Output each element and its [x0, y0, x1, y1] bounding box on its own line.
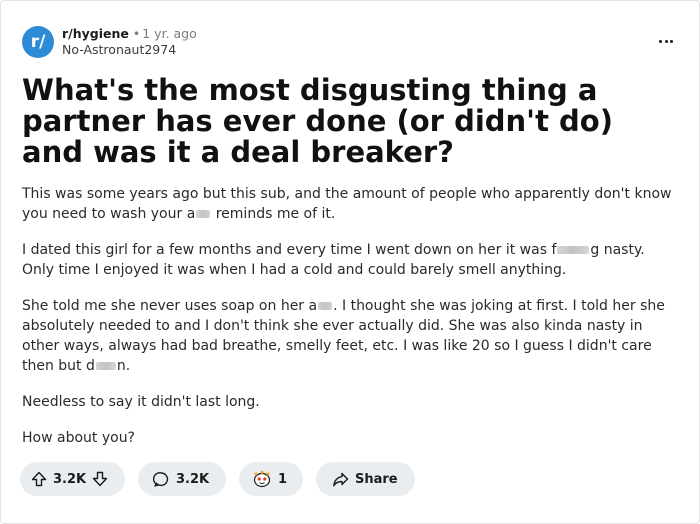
subreddit-link[interactable]: r/hygiene: [62, 26, 129, 41]
comments-button[interactable]: 3.2K: [138, 462, 226, 496]
post-paragraph: Needless to say it didn't last long.: [22, 394, 260, 410]
post-card: r/ r/hygiene • 1 yr. ago No-Astronaut2974 …: [0, 0, 700, 524]
body-line: then but d n.: [22, 356, 682, 376]
censored-word: [557, 246, 590, 254]
post-paragraph: She told me she never uses soap on her a…: [22, 296, 682, 376]
post-title-line: partner has ever done (or didn't do): [22, 104, 613, 138]
award-count: 1: [278, 471, 288, 487]
body-line: This was some years ago but this sub, an…: [22, 186, 672, 202]
share-button[interactable]: Share: [316, 462, 415, 496]
post-paragraph: I dated this girl for a few months and e…: [22, 240, 682, 280]
award-icon: [252, 469, 272, 489]
body-line: absolutely needed to and I don't think s…: [22, 318, 643, 334]
body-text: g nasty.: [590, 242, 645, 258]
downvote-arrow-icon[interactable]: [92, 471, 108, 487]
post-meta: r/hygiene • 1 yr. ago No-Astronaut2974: [62, 26, 197, 58]
more-options-icon[interactable]: [659, 33, 673, 49]
award-button[interactable]: 1: [239, 462, 303, 496]
body-text: I dated this girl for a few months and e…: [22, 242, 557, 258]
post-title[interactable]: What's the most disgusting thing a partn…: [22, 75, 672, 168]
post-meta-top: r/hygiene • 1 yr. ago: [62, 26, 197, 42]
share-label: Share: [355, 471, 398, 487]
meta-separator: •: [132, 26, 141, 41]
comment-count: 3.2K: [176, 471, 210, 487]
post-header: r/ r/hygiene • 1 yr. ago No-Astronaut2974: [22, 26, 197, 58]
more-dot: [659, 39, 662, 43]
censored-word: [95, 362, 116, 370]
more-dot: [670, 39, 673, 43]
upvote-arrow-icon[interactable]: [31, 471, 47, 487]
comment-bubble-icon: [153, 471, 170, 488]
body-text: . I thought she was joking at first. I t…: [333, 298, 665, 314]
censored-word: [318, 302, 333, 310]
post-title-line: and was it a deal breaker?: [22, 135, 454, 169]
post-paragraph: This was some years ago but this sub, an…: [22, 184, 682, 224]
upvote-count: 3.2K: [53, 471, 87, 487]
more-dot: [664, 39, 668, 43]
body-text: then but d: [22, 358, 95, 374]
body-text: She told me she never uses soap on her a: [22, 298, 318, 314]
post-paragraph: How about you?: [22, 430, 135, 446]
body-line: She told me she never uses soap on her a…: [22, 296, 682, 316]
body-line: I dated this girl for a few months and e…: [22, 240, 682, 260]
author-link[interactable]: No-Astronaut2974: [62, 42, 197, 58]
body-line: Only time I enjoyed it was when I had a …: [22, 262, 567, 278]
body-line: other ways, always had bad breathe, smel…: [22, 338, 652, 354]
subreddit-avatar[interactable]: r/: [22, 26, 54, 58]
body-text: reminds me of it.: [211, 206, 336, 222]
vote-pill: 3.2K: [20, 462, 125, 496]
body-line: you need to wash your a reminds me of it…: [22, 204, 682, 224]
share-arrow-icon: [332, 471, 349, 488]
post-age: 1 yr. ago: [142, 26, 197, 41]
body-text: you need to wash your a: [22, 206, 196, 222]
body-text: n.: [116, 358, 131, 374]
post-title-line: What's the most disgusting thing a: [22, 73, 598, 107]
censored-word: [196, 210, 211, 218]
